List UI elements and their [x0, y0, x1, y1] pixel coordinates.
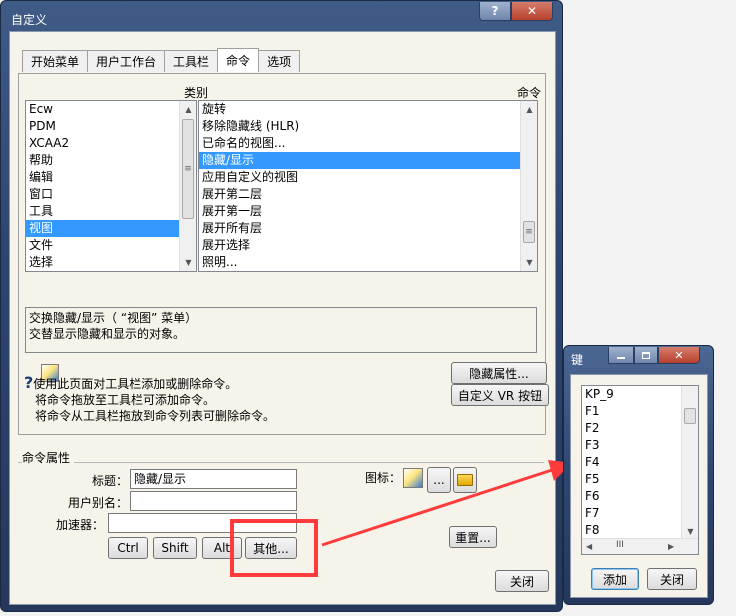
key-dialog-client: KP_9 F1 F2 F3 F4 F5 F6 F7 F8 ▼ ◀ III ▶ 添… [570, 374, 708, 598]
key-list-scrollbar[interactable]: ▼ [681, 386, 698, 540]
category-item-xcaa2[interactable]: XCAA2 [26, 135, 196, 152]
scroll-left-icon[interactable]: ◀ [586, 542, 592, 551]
open-folder-icon [457, 474, 473, 486]
title-label: 标题： [92, 474, 129, 488]
key-dialog-close-x[interactable]: ✕ [658, 347, 700, 364]
tab-strip: 开始菜单 用户工作台 工具栏 命令 选项 [22, 48, 301, 72]
scroll-down-icon[interactable]: ▼ [180, 254, 196, 271]
custom-vr-button[interactable]: 自定义 VR 按钮 [451, 384, 549, 406]
shift-button[interactable]: Shift [153, 537, 197, 559]
alias-label: 用户别名： [68, 496, 129, 510]
category-item-ecw[interactable]: Ecw [26, 101, 196, 118]
tab-user-workbench[interactable]: 用户工作台 [87, 50, 166, 72]
category-item-file[interactable]: 文件 [26, 237, 196, 254]
maximize-button[interactable] [634, 347, 658, 364]
question-icon: ? [24, 373, 34, 392]
help-line: 将命令拖放至工具栏可添加命令。 [35, 393, 216, 407]
category-item-tools[interactable]: 工具 [26, 203, 196, 220]
category-scrollbar[interactable]: ▲ ≡ ▼ [179, 101, 196, 271]
category-item-pdm[interactable]: PDM [26, 118, 196, 135]
help-button[interactable]: ? [479, 2, 511, 21]
command-item[interactable]: 展开选择 [199, 237, 537, 254]
title-field[interactable]: 隐藏/显示 [130, 469, 297, 489]
command-scrollbar[interactable]: ▲ ≡ ▼ [520, 101, 537, 271]
command-header: 命令 [516, 86, 541, 100]
category-item-window[interactable]: 窗口 [26, 186, 196, 203]
command-item[interactable]: 应用自定义的视图 [199, 169, 537, 186]
command-item[interactable]: 旋转 [199, 101, 537, 118]
help-text: ?使用此页面对工具栏添加或删除命令。 将命令拖放至工具栏可添加命令。 将命令从工… [24, 375, 275, 424]
scroll-thumb-grip[interactable]: III [616, 540, 624, 550]
tab-toolbars[interactable]: 工具栏 [164, 50, 219, 72]
help-line: 将命令从工具栏拖放到命令列表可删除命令。 [35, 409, 276, 423]
hide-properties-button[interactable]: 隐藏属性... [451, 362, 547, 384]
scroll-thumb[interactable]: ≡ [182, 119, 194, 219]
command-item[interactable]: 已命名的视图... [199, 135, 537, 152]
annotation-highlight-box [230, 519, 318, 577]
command-description: 交换隐藏/显示（ “视图” 菜单） 交替显示隐藏和显示的对象。 [25, 307, 537, 353]
command-list[interactable]: 旋转 移除隐藏线 (HLR) 已命名的视图... 隐藏/显示 应用自定义的视图 … [198, 100, 538, 272]
icon-label: 图标： [365, 471, 402, 485]
key-dialog-title: 键 [571, 353, 584, 367]
scroll-up-icon[interactable]: ▲ [180, 101, 196, 118]
description-line: 交替显示隐藏和显示的对象。 [29, 327, 186, 341]
tab-options[interactable]: 选项 [258, 50, 301, 72]
scroll-thumb[interactable] [684, 408, 696, 424]
help-line: 使用此页面对工具栏添加或删除命令。 [33, 377, 238, 391]
key-dialog: 键 ✕ KP_9 F1 F2 F3 F4 F5 F6 F7 F8 ▼ ◀ III… [563, 345, 714, 605]
description-line: 交换隐藏/显示（ “视图” 菜单） [29, 311, 198, 325]
alias-field[interactable] [130, 491, 297, 511]
tab-start-menu[interactable]: 开始菜单 [22, 50, 89, 72]
window-close-button[interactable]: ✕ [511, 2, 553, 21]
open-folder-button[interactable] [453, 467, 477, 493]
icon-browse-button[interactable]: ... [427, 467, 451, 493]
tab-commands[interactable]: 命令 [217, 48, 260, 72]
command-item[interactable]: 展开所有层 [199, 220, 537, 237]
minimize-icon [617, 357, 625, 359]
category-list[interactable]: Ecw PDM XCAA2 帮助 编辑 窗口 工具 视图 文件 选择 ▲ ≡ ▼ [25, 100, 197, 272]
maximize-icon [642, 351, 650, 359]
category-item-edit[interactable]: 编辑 [26, 169, 196, 186]
scroll-down-icon[interactable]: ▼ [521, 254, 537, 271]
command-item[interactable]: 照明... [199, 254, 537, 271]
scroll-up-icon[interactable]: ▲ [521, 101, 537, 118]
category-item-help[interactable]: 帮助 [26, 152, 196, 169]
command-item[interactable]: 展开第二层 [199, 186, 537, 203]
group-divider [18, 462, 544, 463]
minimize-button[interactable] [608, 347, 634, 364]
hide-show-icon[interactable] [403, 468, 423, 488]
accelerator-label: 加速器： [56, 518, 105, 532]
scroll-right-icon[interactable]: ▶ [668, 542, 674, 551]
category-item-select[interactable]: 选择 [26, 254, 196, 271]
key-list[interactable]: KP_9 F1 F2 F3 F4 F5 F6 F7 F8 ▼ ◀ III ▶ [581, 385, 699, 555]
ctrl-button[interactable]: Ctrl [108, 537, 148, 559]
window-title: 自定义 [11, 13, 48, 27]
close-button[interactable]: 关闭 [495, 570, 549, 592]
category-item-view[interactable]: 视图 [26, 220, 196, 237]
command-properties-title: 命令属性 [22, 449, 75, 466]
key-list-hscrollbar[interactable]: ◀ III ▶ [582, 538, 698, 554]
reset-button[interactable]: 重置... [449, 526, 497, 548]
category-header: 类别 [184, 86, 209, 100]
command-item-hide-show[interactable]: 隐藏/显示 [199, 152, 537, 169]
command-item[interactable]: 展开第一层 [199, 203, 537, 220]
command-item[interactable]: 移除隐藏线 (HLR) [199, 118, 537, 135]
key-close-button[interactable]: 关闭 [647, 568, 697, 590]
scroll-thumb[interactable]: ≡ [523, 221, 535, 243]
add-key-button[interactable]: 添加 [591, 568, 639, 590]
